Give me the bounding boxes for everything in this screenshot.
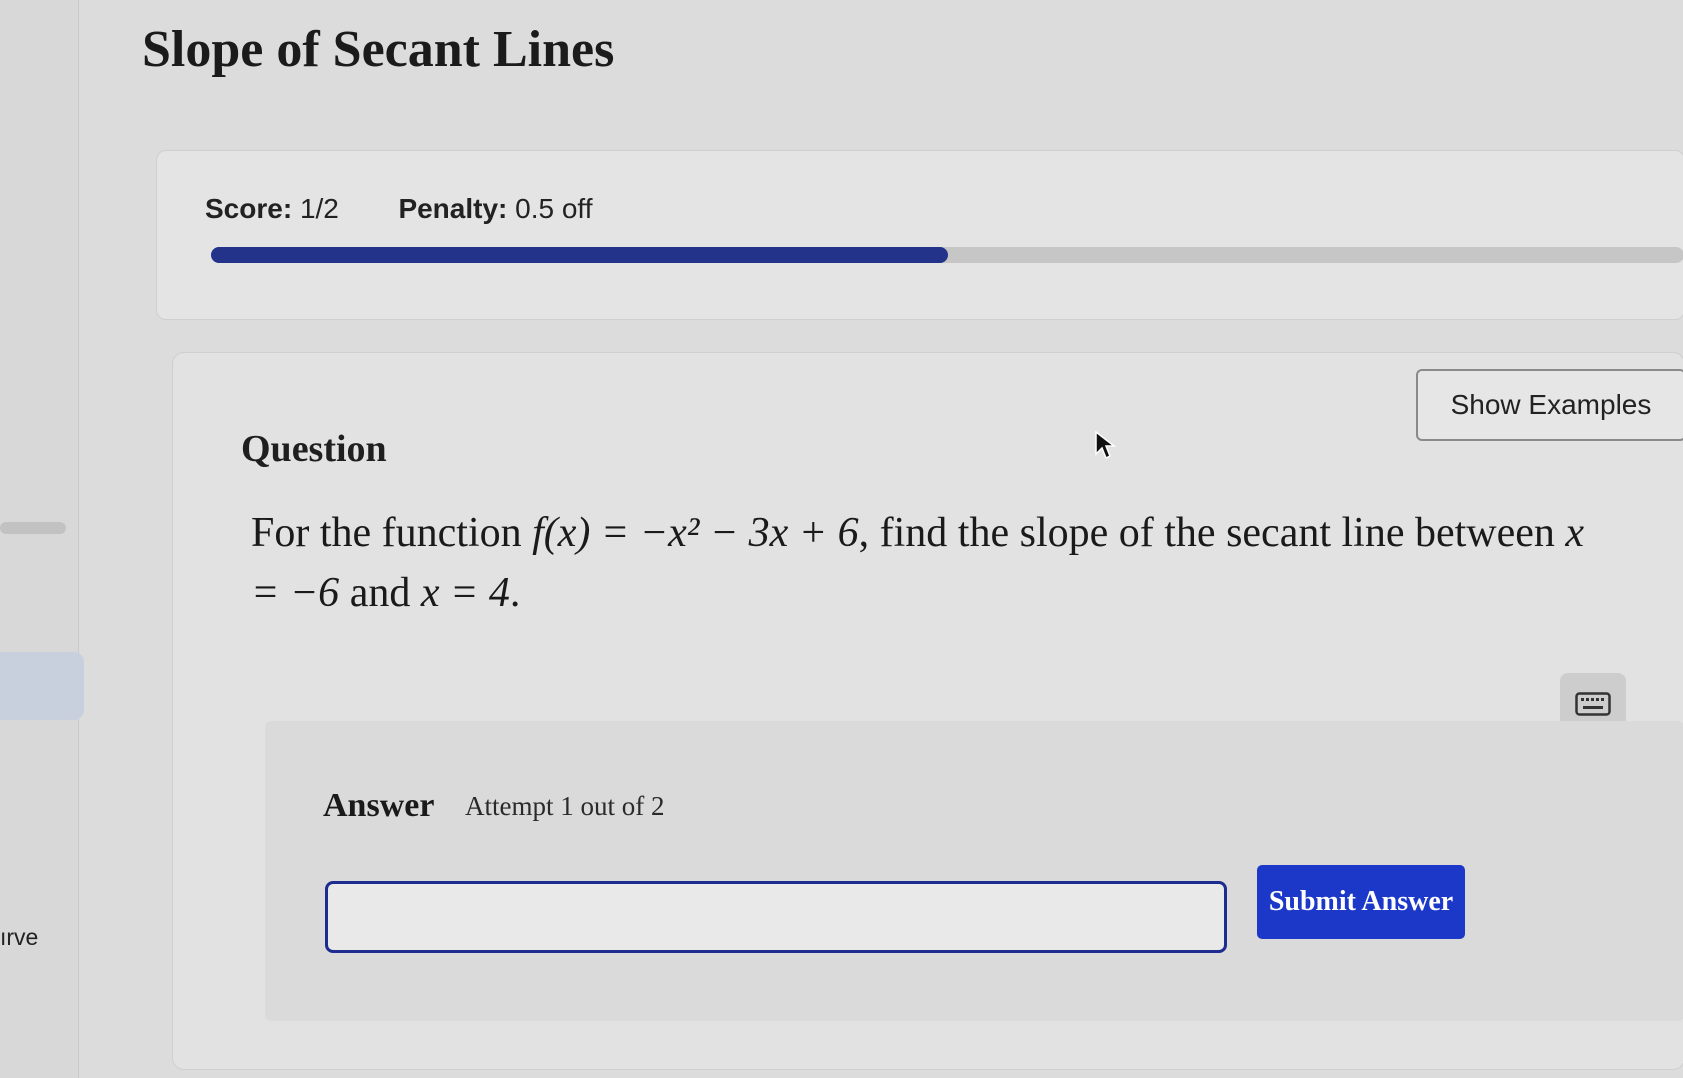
question-heading: Question	[241, 428, 387, 470]
question-text-prefix: For the function	[251, 510, 533, 556]
show-examples-button[interactable]: Show Examples	[1416, 369, 1683, 441]
penalty-value: 0.5 off	[515, 193, 593, 224]
function-expression: f(x) = −x² − 3x + 6	[532, 510, 859, 556]
left-sidebar: ırve	[0, 0, 84, 1078]
score-line: Score: 1/2 Penalty: 0.5 off	[205, 193, 592, 225]
penalty-label: Penalty:	[398, 193, 508, 224]
sidebar-active-item[interactable]	[0, 652, 84, 720]
question-text-and: and	[339, 570, 421, 616]
mouse-pointer-icon	[1095, 430, 1117, 460]
score-label: Score:	[205, 193, 293, 224]
progress-bar-fill	[211, 247, 948, 263]
submit-answer-button[interactable]: Submit Answer	[1257, 865, 1465, 939]
question-text-end: .	[509, 570, 521, 616]
attempt-counter: Attempt 1 out of 2	[465, 791, 665, 821]
question-text-middle: , find the slope of the secant line betw…	[858, 510, 1566, 556]
progress-bar	[211, 247, 1683, 263]
question-text: For the function f(x) = −x² − 3x + 6, fi…	[251, 503, 1621, 623]
x2-value: x = 4	[420, 570, 510, 616]
answer-input[interactable]	[325, 881, 1227, 953]
answer-label: Answer	[323, 787, 435, 824]
score-value: 1/2	[299, 193, 339, 224]
sidebar-bar	[0, 522, 66, 534]
question-card: Show Examples Question For the function …	[172, 352, 1683, 1070]
page-title: Slope of Secant Lines	[142, 21, 615, 78]
score-card: Score: 1/2 Penalty: 0.5 off	[156, 150, 1683, 320]
sidebar-partial-label: ırve	[0, 924, 39, 950]
keyboard-icon	[1575, 692, 1611, 716]
answer-panel: Answer Attempt 1 out of 2 Submit Answer	[265, 721, 1683, 1021]
